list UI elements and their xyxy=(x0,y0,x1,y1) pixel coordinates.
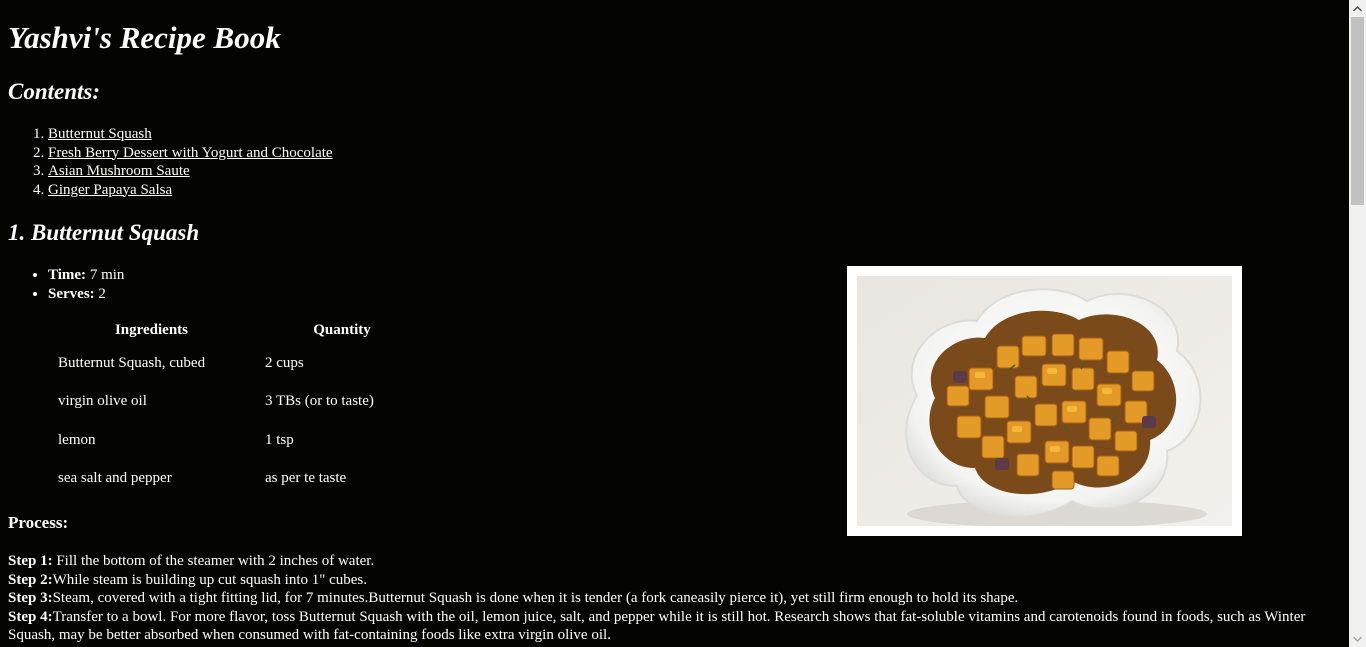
step-text: While steam is building up cut squash in… xyxy=(52,571,368,588)
ingredient-cell: lemon xyxy=(58,431,96,448)
contents-link-butternut-squash[interactable]: Butternut Squash xyxy=(48,126,152,142)
step-label: Step 2: xyxy=(8,571,53,588)
step-item: Step 3:Steam, covered with a tight fitti… xyxy=(8,589,1333,608)
step-item: Step 4:Transfer to a bowl. For more flav… xyxy=(8,608,1333,645)
step-label: Step 4: xyxy=(8,608,53,625)
quantity-cell: 2 cups xyxy=(265,354,304,371)
ingredient-cell: virgin olive oil xyxy=(58,393,147,410)
contents-link-asian-mushroom-saute[interactable]: Asian Mushroom Saute xyxy=(48,163,190,179)
contents-link-ginger-papaya-salsa[interactable]: Ginger Papaya Salsa xyxy=(48,182,172,198)
recipe-heading: 1. Butternut Squash xyxy=(8,220,200,245)
step-label: Step 1: xyxy=(8,553,53,569)
step-item: Step 1: Fill the bottom of the steamer w… xyxy=(8,552,1333,571)
time-item: Time: 7 min xyxy=(48,266,124,285)
quantity-column-header: Quantity xyxy=(313,321,371,338)
chevron-up-icon xyxy=(1353,5,1362,12)
step-label: Step 3: xyxy=(8,590,53,606)
serves-item: Serves: 2 xyxy=(48,285,124,304)
contents-link-fresh-berry-dessert[interactable]: Fresh Berry Dessert with Yogurt and Choc… xyxy=(48,145,333,161)
contents-item: Fresh Berry Dessert with Yogurt and Choc… xyxy=(48,144,333,163)
time-value: 7 min xyxy=(86,267,125,283)
roasted-squash-bowl-image xyxy=(857,276,1232,526)
scrollbar-thumb[interactable] xyxy=(1351,17,1364,205)
vertical-scrollbar[interactable] xyxy=(1349,0,1366,647)
chevron-down-icon xyxy=(1353,635,1362,642)
step-item: Step 2:While steam is building up cut sq… xyxy=(8,571,1333,590)
ingredient-cell: Butternut Squash, cubed xyxy=(58,354,206,371)
contents-item: Ginger Papaya Salsa xyxy=(48,181,333,200)
page-title: Yashvi's Recipe Book xyxy=(8,20,281,55)
table-row: sea salt and pepper as per te taste xyxy=(48,460,429,499)
contents-item: Butternut Squash xyxy=(48,125,333,144)
quantity-cell: 3 TBs (or to taste) xyxy=(265,393,374,410)
serves-value: 2 xyxy=(94,285,106,302)
scroll-down-button[interactable] xyxy=(1349,630,1366,647)
serves-label: Serves: xyxy=(48,285,95,302)
process-heading: Process: xyxy=(8,513,69,532)
quantity-cell: as per te taste xyxy=(265,470,347,487)
step-text: Transfer to a bowl. For more flavor, tos… xyxy=(8,608,1306,644)
ingredients-table: Ingredients Quantity Butternut Squash, c… xyxy=(48,316,429,498)
contents-list: Butternut Squash Fresh Berry Dessert wit… xyxy=(8,125,333,199)
butternut-squash-photo xyxy=(847,266,1242,536)
process-steps: Step 1: Fill the bottom of the steamer w… xyxy=(8,552,1333,645)
contents-heading: Contents: xyxy=(8,79,101,104)
table-row: Butternut Squash, cubed 2 cups xyxy=(48,344,429,383)
page: Yashvi's Recipe Book Contents: Butternut… xyxy=(0,0,1349,647)
step-text: Fill the bottom of the steamer with 2 in… xyxy=(52,553,375,569)
table-row: lemon 1 tsp xyxy=(48,421,429,460)
contents-item: Asian Mushroom Saute xyxy=(48,162,333,181)
ingredient-cell: sea salt and pepper xyxy=(58,470,172,487)
time-label: Time: xyxy=(48,267,87,283)
ingredients-column-header: Ingredients xyxy=(114,321,189,338)
scroll-up-button[interactable] xyxy=(1349,0,1366,17)
table-row: virgin olive oil 3 TBs (or to taste) xyxy=(48,383,429,422)
recipe-meta-list: Time: 7 min Serves: 2 xyxy=(8,266,124,303)
table-header-row: Ingredients Quantity xyxy=(48,316,429,344)
step-text: Steam, covered with a tight fitting lid,… xyxy=(52,590,1019,606)
quantity-cell: 1 tsp xyxy=(265,431,294,448)
